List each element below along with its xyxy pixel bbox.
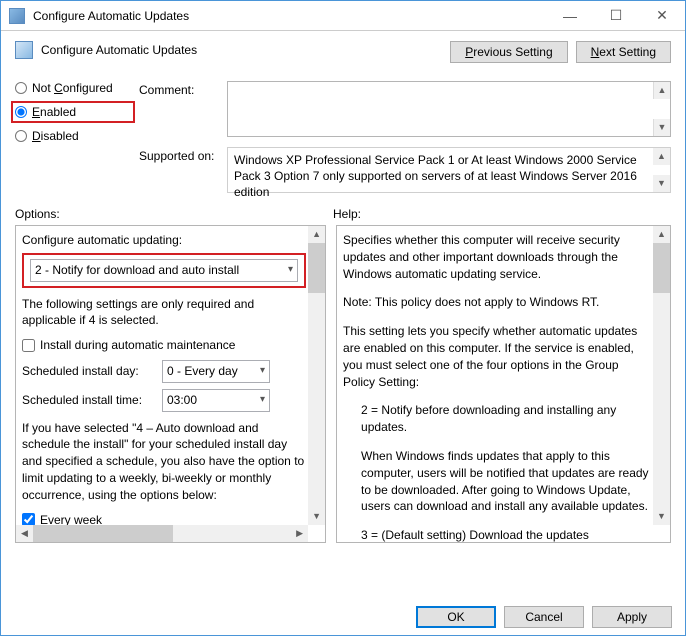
install-day-select[interactable]: 0 - Every day ▾ bbox=[162, 360, 270, 383]
options-vscrollbar[interactable]: ▲ ▼ bbox=[308, 226, 325, 525]
page-title: Configure Automatic Updates bbox=[41, 43, 197, 57]
supported-on-text: Windows XP Professional Service Pack 1 o… bbox=[227, 147, 671, 193]
maximize-button[interactable]: ☐ bbox=[593, 1, 639, 30]
help-text: 3 = (Default setting) Download the updat… bbox=[343, 527, 650, 543]
radio-not-configured-input[interactable] bbox=[15, 82, 27, 94]
scroll-down-icon[interactable]: ▼ bbox=[653, 508, 670, 525]
scroll-down-icon[interactable]: ▼ bbox=[653, 119, 670, 136]
scrollbar-thumb[interactable] bbox=[653, 243, 670, 293]
scrollbar-thumb[interactable] bbox=[33, 525, 173, 542]
help-text: 2 = Notify before downloading and instal… bbox=[343, 402, 650, 436]
scroll-down-icon[interactable]: ▼ bbox=[653, 175, 670, 192]
minimize-button[interactable]: ― bbox=[547, 1, 593, 30]
ok-button[interactable]: OK bbox=[416, 606, 496, 628]
chevron-down-icon: ▾ bbox=[260, 393, 265, 407]
help-vscrollbar[interactable]: ▲ ▼ bbox=[653, 226, 670, 525]
titlebar: Configure Automatic Updates ― ☐ ✕ bbox=[1, 1, 685, 31]
options-panel: Configure automatic updating: 2 - Notify… bbox=[15, 225, 326, 543]
help-text: When Windows finds updates that apply to… bbox=[343, 448, 650, 515]
radio-disabled[interactable]: Disabled bbox=[15, 129, 127, 143]
chevron-down-icon: ▾ bbox=[288, 263, 293, 277]
comment-label: Comment: bbox=[139, 81, 219, 97]
help-text: Note: This policy does not apply to Wind… bbox=[343, 294, 650, 311]
scroll-left-icon[interactable]: ◀ bbox=[16, 525, 33, 542]
help-label: Help: bbox=[333, 207, 361, 221]
policy-icon bbox=[15, 41, 33, 59]
install-day-label: Scheduled install day: bbox=[22, 363, 154, 380]
cancel-button[interactable]: Cancel bbox=[504, 606, 584, 628]
scrollbar-thumb[interactable] bbox=[308, 243, 325, 293]
apply-button[interactable]: Apply bbox=[592, 606, 672, 628]
options-label: Options: bbox=[15, 207, 333, 221]
scroll-up-icon[interactable]: ▲ bbox=[308, 226, 325, 243]
install-maintenance-checkbox[interactable]: Install during automatic maintenance bbox=[22, 337, 305, 354]
install-maintenance-input[interactable] bbox=[22, 339, 35, 352]
radio-enabled-input[interactable] bbox=[15, 106, 27, 118]
help-panel: Specifies whether this computer will rec… bbox=[336, 225, 671, 543]
radio-disabled-input[interactable] bbox=[15, 130, 27, 142]
supported-on-label: Supported on: bbox=[139, 147, 219, 163]
chevron-down-icon: ▾ bbox=[260, 364, 265, 378]
scroll-up-icon[interactable]: ▲ bbox=[653, 226, 670, 243]
configure-updating-label: Configure automatic updating: bbox=[22, 232, 305, 249]
scroll-up-icon[interactable]: ▲ bbox=[653, 148, 670, 165]
configure-updating-select[interactable]: 2 - Notify for download and auto install… bbox=[30, 259, 298, 282]
app-icon bbox=[9, 8, 25, 24]
scroll-down-icon[interactable]: ▼ bbox=[308, 508, 325, 525]
radio-enabled[interactable]: Enabled bbox=[11, 101, 135, 123]
help-text: Specifies whether this computer will rec… bbox=[343, 232, 650, 282]
comment-textarea[interactable]: ▲ ▼ bbox=[227, 81, 671, 137]
schedule-note: If you have selected "4 – Auto download … bbox=[22, 420, 305, 504]
previous-setting-button[interactable]: Previous Setting bbox=[450, 41, 567, 63]
scroll-up-icon[interactable]: ▲ bbox=[653, 82, 670, 99]
options-hscrollbar[interactable]: ◀ ▶ bbox=[16, 525, 308, 542]
scroll-right-icon[interactable]: ▶ bbox=[291, 525, 308, 542]
install-time-label: Scheduled install time: bbox=[22, 392, 154, 409]
help-text: This setting lets you specify whether au… bbox=[343, 323, 650, 390]
options-note: The following settings are only required… bbox=[22, 296, 305, 330]
install-time-select[interactable]: 03:00 ▾ bbox=[162, 389, 270, 412]
close-button[interactable]: ✕ bbox=[639, 1, 685, 30]
radio-not-configured[interactable]: Not Configured bbox=[15, 81, 127, 95]
window-title: Configure Automatic Updates bbox=[33, 9, 547, 23]
next-setting-button[interactable]: Next Setting bbox=[576, 41, 671, 63]
